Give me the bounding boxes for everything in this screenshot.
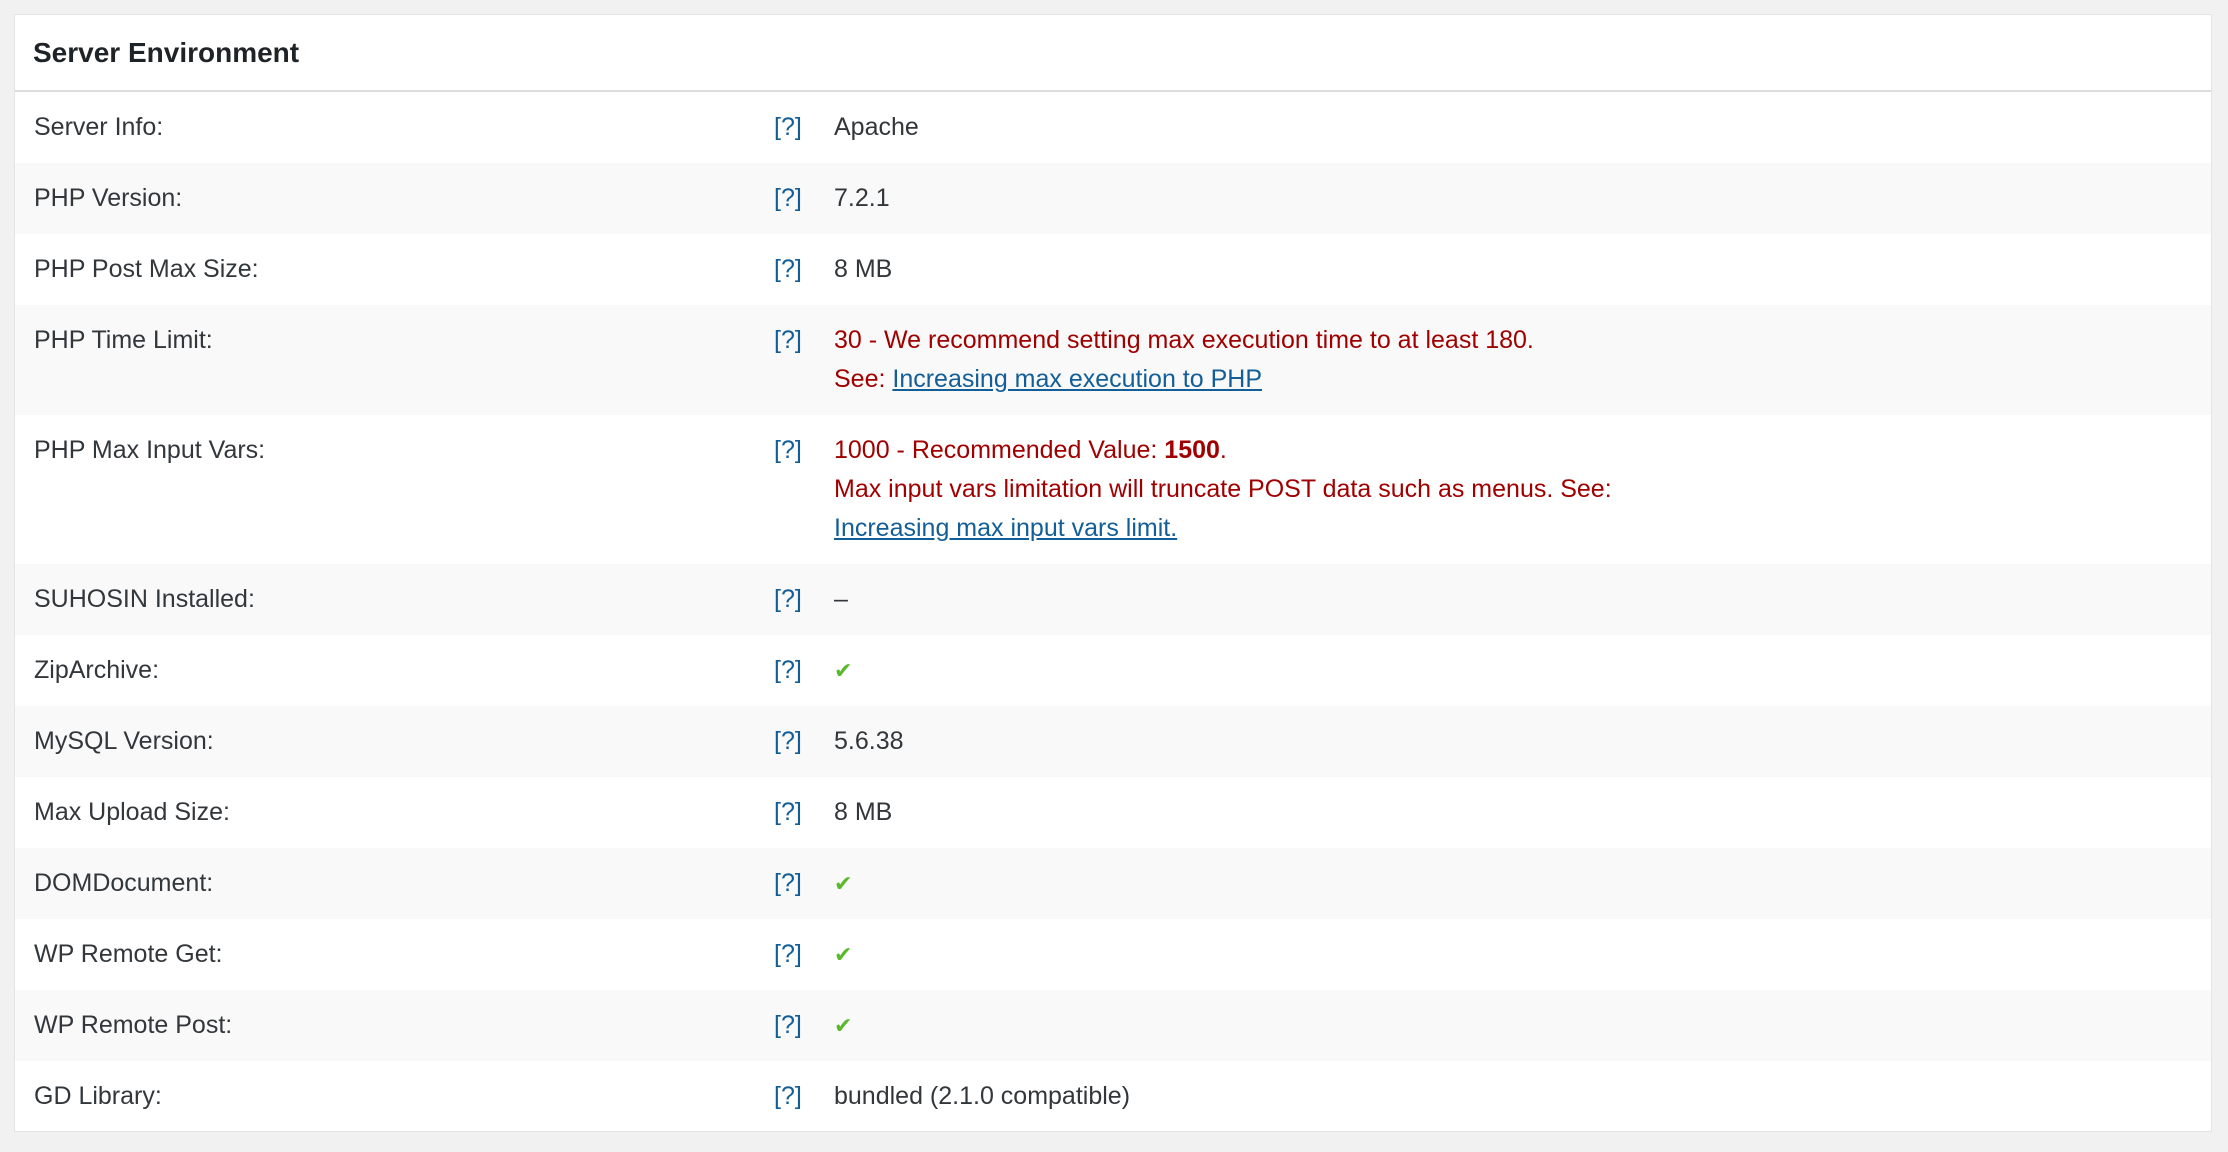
table-row: GD Library: [?] bundled (2.1.0 compatibl… [15, 1061, 2211, 1132]
table-row: SUHOSIN Installed: [?] – [15, 564, 2211, 635]
max-input-vars-warning: 1000 - Recommended Value: 1500. Max inpu… [834, 431, 2211, 548]
panel-title: Server Environment [33, 36, 300, 68]
row-label: Server Info: [34, 113, 164, 141]
help-link[interactable]: [?] [774, 326, 802, 354]
table-row: MySQL Version: [?] 5.6.38 [15, 706, 2211, 777]
table-row: Max Upload Size: [?] 8 MB [15, 777, 2211, 848]
help-link[interactable]: [?] [774, 656, 802, 684]
row-label: PHP Time Limit: [34, 326, 213, 354]
help-link[interactable]: [?] [774, 940, 802, 968]
table-row: DOMDocument: [?] ✔ [15, 848, 2211, 919]
table-row: PHP Max Input Vars: [?] 1000 - Recommend… [15, 415, 2211, 564]
increase-execution-link[interactable]: Increasing max execution to PHP [892, 365, 1262, 393]
checkmark-icon: ✔ [834, 658, 853, 683]
help-link[interactable]: [?] [774, 436, 802, 464]
row-label: MySQL Version: [34, 727, 214, 755]
row-value: 8 MB [834, 798, 893, 826]
time-limit-warning-text: 30 - We recommend setting max execution … [834, 326, 1534, 354]
row-value: 7.2.1 [834, 184, 890, 212]
row-label: SUHOSIN Installed: [34, 585, 255, 613]
row-value: 5.6.38 [834, 727, 904, 755]
row-label: WP Remote Post: [34, 1011, 233, 1039]
checkmark-icon: ✔ [834, 942, 853, 967]
row-value: – [834, 585, 848, 613]
row-value: Apache [834, 113, 919, 141]
help-link[interactable]: [?] [774, 869, 802, 897]
row-label: PHP Version: [34, 184, 183, 212]
help-link[interactable]: [?] [774, 798, 802, 826]
row-value: 1000 - Recommended Value: 1500. Max inpu… [834, 415, 2211, 564]
row-label: PHP Post Max Size: [34, 255, 259, 283]
table-row: PHP Time Limit: [?] 30 - We recommend se… [15, 305, 2211, 415]
table-row: Server Info: [?] Apache [15, 92, 2211, 163]
help-link[interactable]: [?] [774, 184, 802, 212]
table-row: PHP Version: [?] 7.2.1 [15, 163, 2211, 234]
server-environment-panel: Server Environment Server Info: [?] Apac… [14, 14, 2212, 1132]
help-link[interactable]: [?] [774, 1011, 802, 1039]
row-value: 30 - We recommend setting max execution … [834, 305, 2211, 415]
see-prefix: See: [834, 365, 893, 393]
checkmark-icon: ✔ [834, 871, 853, 896]
row-label: GD Library: [34, 1082, 162, 1110]
max-input-vars-warning-text: Max input vars limitation will truncate … [834, 475, 1612, 503]
help-link[interactable]: [?] [774, 255, 802, 283]
help-link[interactable]: [?] [774, 1082, 802, 1110]
row-label: ZipArchive: [34, 656, 160, 684]
panel-header: Server Environment [15, 15, 2211, 92]
server-environment-table: Server Info: [?] Apache PHP Version: [?]… [15, 92, 2211, 1132]
help-link[interactable]: [?] [774, 113, 802, 141]
table-row: WP Remote Get: [?] ✔ [15, 919, 2211, 990]
row-value: 8 MB [834, 255, 893, 283]
table-row: WP Remote Post: [?] ✔ [15, 990, 2211, 1061]
help-link[interactable]: [?] [774, 585, 802, 613]
table-row: ZipArchive: [?] ✔ [15, 635, 2211, 706]
increase-input-vars-link[interactable]: Increasing max input vars limit. [834, 514, 1177, 542]
table-row: PHP Post Max Size: [?] 8 MB [15, 234, 2211, 305]
checkmark-icon: ✔ [834, 1013, 853, 1038]
row-label: DOMDocument: [34, 869, 214, 897]
row-value: bundled (2.1.0 compatible) [834, 1082, 1131, 1110]
help-link[interactable]: [?] [774, 727, 802, 755]
time-limit-warning: 30 - We recommend setting max execution … [834, 321, 2211, 399]
recommended-prefix: 1000 - Recommended Value: [834, 436, 1165, 464]
row-label: PHP Max Input Vars: [34, 436, 266, 464]
row-label: Max Upload Size: [34, 798, 230, 826]
recommended-value: 1500 [1164, 436, 1220, 464]
row-label: WP Remote Get: [34, 940, 223, 968]
recommended-suffix: . [1219, 436, 1227, 464]
